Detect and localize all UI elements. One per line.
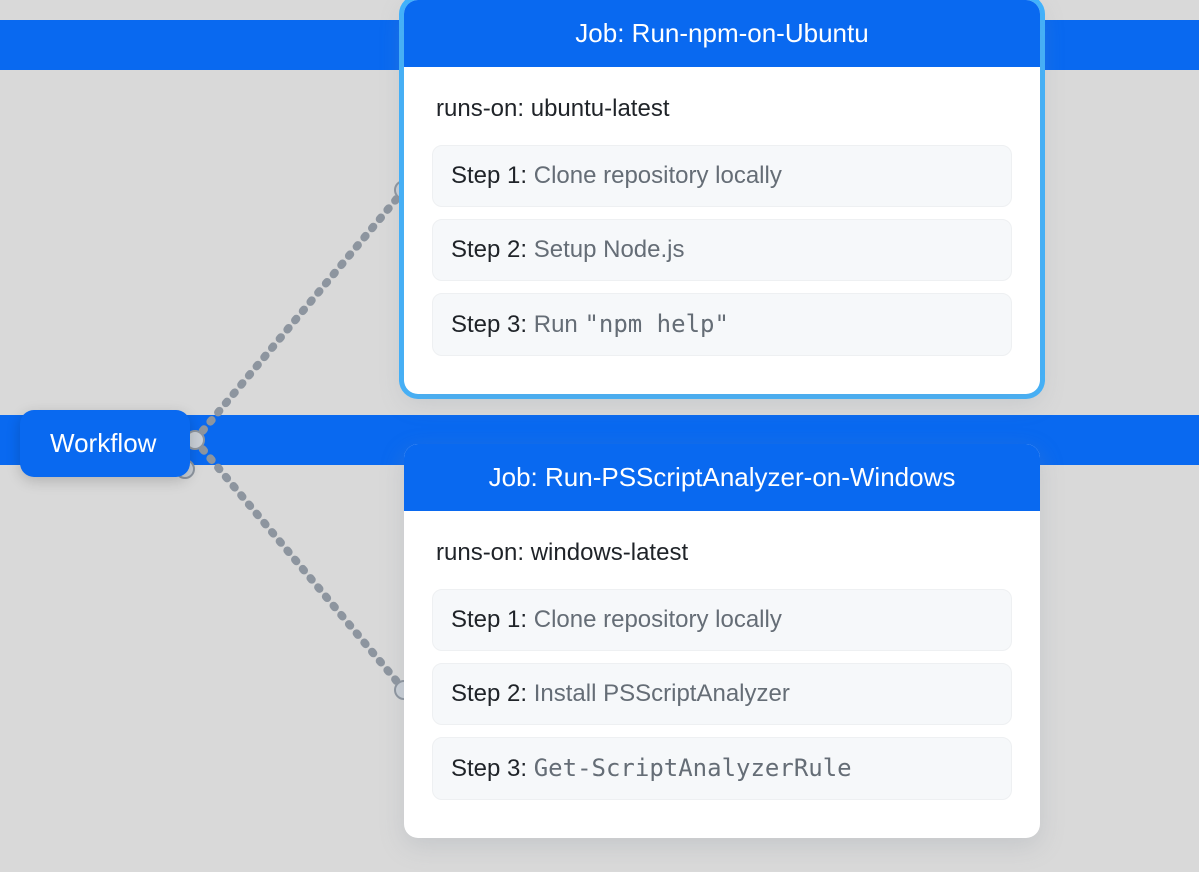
workflow-node: Workflow <box>20 410 190 477</box>
step-row: Step 1: Clone repository locally <box>432 589 1012 651</box>
step-label: Step 1: <box>451 162 534 189</box>
step-text: Setup Node.js <box>534 236 685 263</box>
runs-on-row: runs-on: windows-latest <box>432 527 1012 577</box>
runs-on-value: ubuntu-latest <box>531 95 670 122</box>
step-text-code: "npm help" <box>584 310 729 338</box>
job-body: runs-on: windows-latest Step 1: Clone re… <box>404 511 1040 838</box>
step-label: Step 2: <box>451 236 534 263</box>
step-row: Step 3: Run "npm help" <box>432 293 1012 356</box>
step-row: Step 2: Setup Node.js <box>432 219 1012 281</box>
runs-on-row: runs-on: ubuntu-latest <box>432 83 1012 133</box>
job-body: runs-on: ubuntu-latest Step 1: Clone rep… <box>404 67 1040 394</box>
step-label: Step 1: <box>451 606 534 633</box>
step-row: Step 1: Clone repository locally <box>432 145 1012 207</box>
step-text: Install PSScriptAnalyzer <box>534 680 790 707</box>
step-label: Step 3: <box>451 755 534 782</box>
runs-on-label: runs-on: <box>436 95 531 122</box>
step-prefix: Run <box>534 311 585 338</box>
step-label: Step 3: <box>451 311 534 338</box>
runs-on-label: runs-on: <box>436 539 531 566</box>
job-header-prefix: Job: <box>489 462 545 492</box>
job-card-ubuntu: Job: Run-npm-on-Ubuntu runs-on: ubuntu-l… <box>404 0 1040 394</box>
runs-on-value: windows-latest <box>531 539 688 566</box>
step-text-code: Get-ScriptAnalyzerRule <box>534 754 852 782</box>
step-row: Step 2: Install PSScriptAnalyzer <box>432 663 1012 725</box>
job-header-name: Run-PSScriptAnalyzer-on-Windows <box>545 462 955 492</box>
job-header-name: Run-npm-on-Ubuntu <box>632 18 869 48</box>
step-row: Step 3: Get-ScriptAnalyzerRule <box>432 737 1012 800</box>
step-label: Step 2: <box>451 680 534 707</box>
job-header-prefix: Job: <box>575 18 631 48</box>
job-header: Job: Run-npm-on-Ubuntu <box>404 0 1040 67</box>
step-text: Clone repository locally <box>534 162 782 189</box>
job-card-windows: Job: Run-PSScriptAnalyzer-on-Windows run… <box>404 444 1040 838</box>
workflow-label: Workflow <box>50 428 156 458</box>
step-text: Clone repository locally <box>534 606 782 633</box>
job-header: Job: Run-PSScriptAnalyzer-on-Windows <box>404 444 1040 511</box>
